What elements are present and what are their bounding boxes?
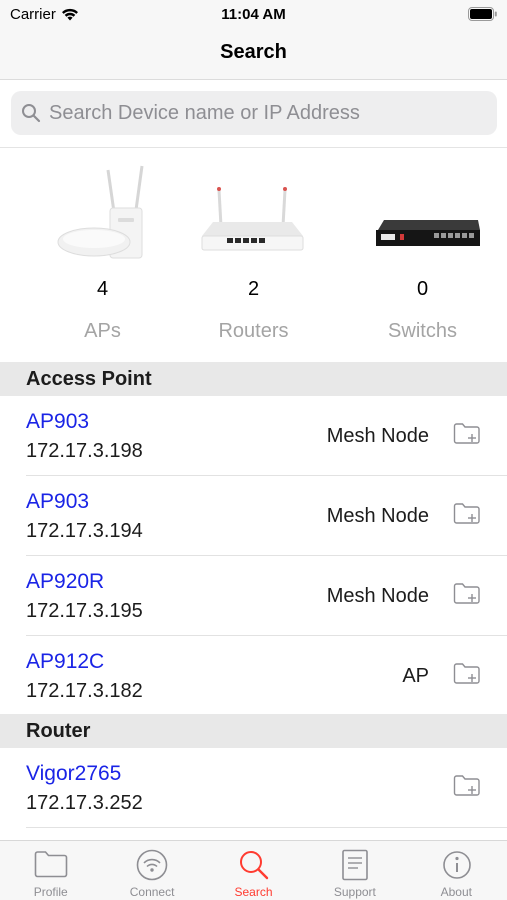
device-name[interactable]: AP903	[26, 490, 89, 514]
device-ip: 172.17.3.195	[26, 600, 143, 622]
tab-search[interactable]: Search	[203, 841, 304, 900]
switch-icon	[376, 220, 480, 246]
device-row[interactable]: AP903 172.17.3.198 Mesh Node	[0, 396, 507, 476]
device-ip: 172.17.3.194	[26, 520, 143, 542]
device-role: Mesh Node	[326, 505, 429, 527]
battery-icon	[468, 7, 497, 21]
add-to-folder-icon[interactable]	[453, 422, 481, 446]
device-ip: 172.17.3.182	[26, 680, 143, 702]
section-title: Router	[26, 720, 91, 742]
row-divider	[26, 827, 507, 828]
search-container	[0, 80, 507, 148]
section-header-router: Router	[0, 714, 507, 748]
wifi-circle-icon	[137, 849, 168, 881]
device-row[interactable]: AP920R 172.17.3.195 Mesh Node	[0, 556, 507, 636]
device-name[interactable]: Vigor2765	[26, 762, 121, 786]
switch-count: 0	[416, 278, 429, 300]
device-role: AP	[402, 665, 429, 687]
ap-label: APs	[84, 320, 121, 342]
tab-label: About	[440, 885, 472, 899]
add-to-folder-icon[interactable]	[453, 774, 481, 798]
page-title: Search	[220, 41, 287, 63]
tab-support[interactable]: Support	[304, 841, 405, 900]
info-icon	[442, 851, 471, 879]
device-name[interactable]: AP920R	[26, 570, 104, 594]
tab-label: Profile	[33, 885, 68, 899]
search-icon	[239, 851, 268, 880]
device-row[interactable]: AP912C 172.17.3.182 AP	[0, 636, 507, 716]
status-bar: Carrier 11:04 AM	[0, 0, 507, 30]
switch-label: Switchs	[388, 320, 457, 342]
router-count: 2	[247, 278, 260, 300]
tab-label: Support	[333, 885, 376, 899]
navigation-bar: Search	[0, 30, 507, 80]
router-icon	[201, 187, 304, 251]
clock: 11:04 AM	[221, 6, 286, 23]
access-point-icon	[57, 165, 144, 259]
tab-about[interactable]: About	[406, 841, 507, 900]
section-title: Access Point	[26, 368, 152, 390]
summary-aps[interactable]: 4 APs	[18, 150, 187, 362]
device-row[interactable]: AP903 172.17.3.194 Mesh Node	[0, 476, 507, 556]
tab-profile[interactable]: Profile	[0, 841, 101, 900]
ap-count: 4	[96, 278, 109, 300]
summary-routers[interactable]: 2 Routers	[169, 150, 338, 362]
summary-switches[interactable]: 0 Switchs	[338, 150, 507, 362]
device-name[interactable]: AP912C	[26, 650, 104, 674]
folder-icon	[34, 851, 68, 878]
tab-label: Connect	[129, 885, 175, 899]
device-summary: 4 APs 2 Routers 0 Switchs	[0, 150, 507, 362]
tab-label: Search	[234, 885, 273, 899]
search-icon	[22, 104, 41, 123]
tab-connect[interactable]: Connect	[101, 841, 202, 900]
device-name[interactable]: AP903	[26, 410, 89, 434]
add-to-folder-icon[interactable]	[453, 582, 481, 606]
device-role: Mesh Node	[326, 425, 429, 447]
device-ip: 172.17.3.252	[26, 792, 143, 814]
tab-bar: Profile Connect Search Support About	[0, 840, 507, 900]
device-ip: 172.17.3.198	[26, 440, 143, 462]
document-icon	[342, 849, 368, 881]
search-input[interactable]	[49, 101, 479, 125]
device-row[interactable]: Vigor2765 172.17.3.252	[0, 748, 507, 828]
add-to-folder-icon[interactable]	[453, 662, 481, 686]
search-bar[interactable]	[11, 91, 497, 135]
router-label: Routers	[218, 320, 289, 342]
section-header-access-point: Access Point	[0, 362, 507, 396]
add-to-folder-icon[interactable]	[453, 502, 481, 526]
device-role: Mesh Node	[326, 585, 429, 607]
